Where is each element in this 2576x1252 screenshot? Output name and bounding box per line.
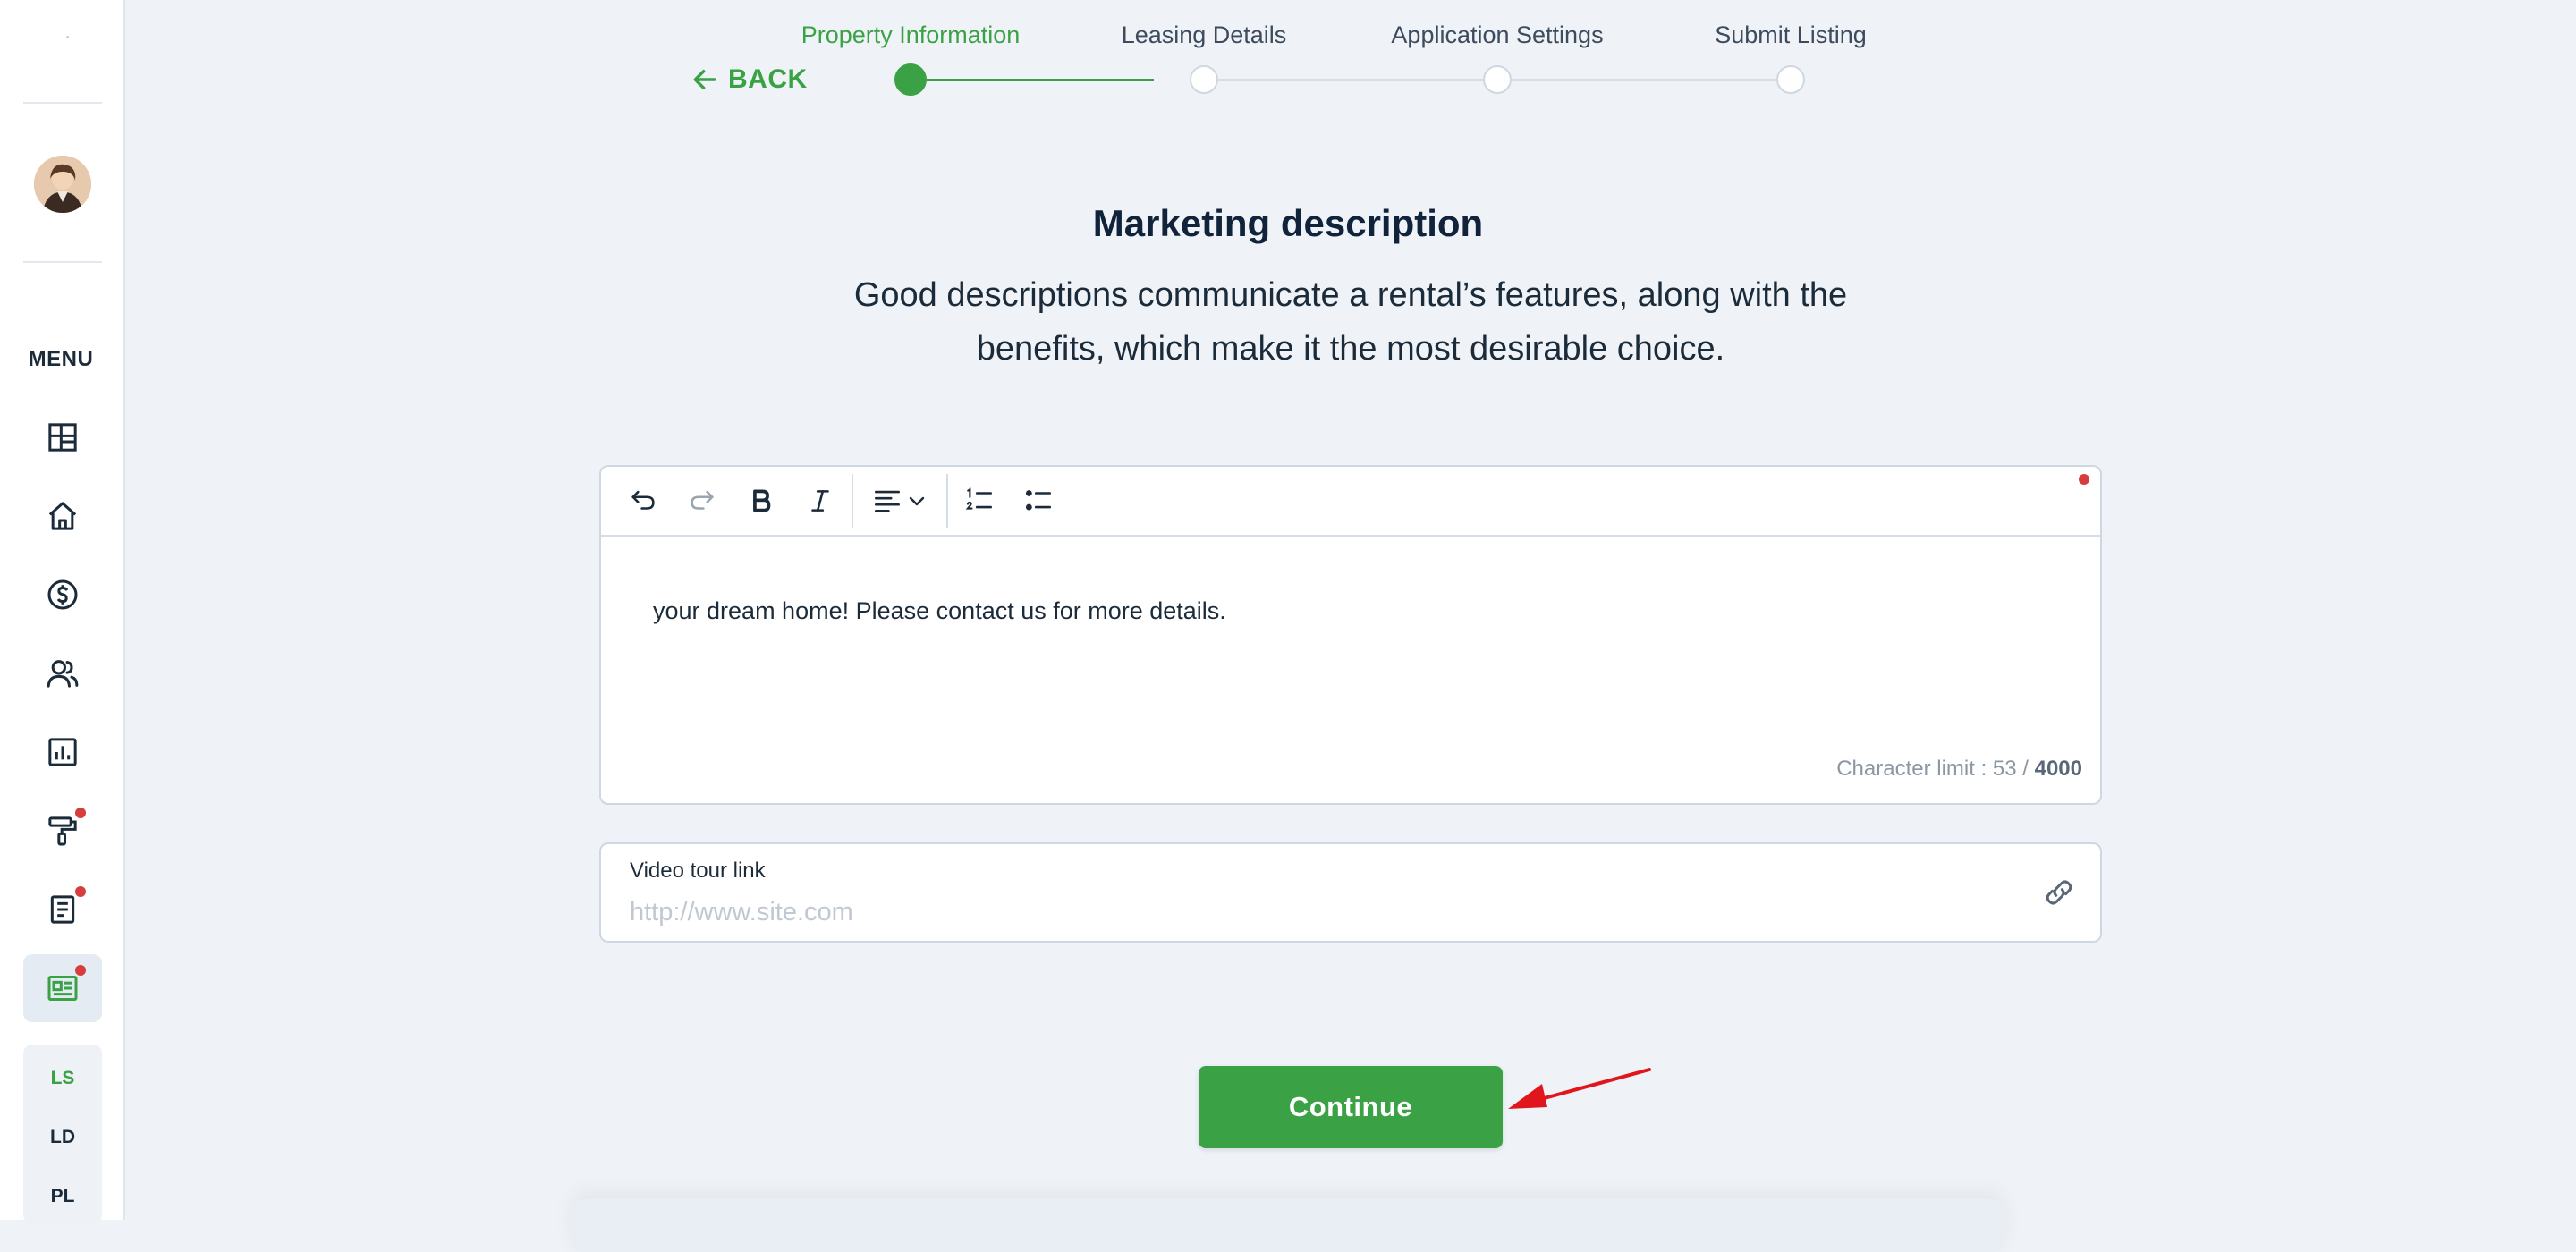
video-tour-label: Video tour link <box>630 859 766 883</box>
bold-icon <box>753 489 771 512</box>
step-label-property-information[interactable]: Property Information <box>801 21 1021 49</box>
ordered-list-button[interactable] <box>950 474 1009 528</box>
subnav-item-ld[interactable]: LD <box>23 1127 102 1148</box>
step-dot-application-settings[interactable] <box>1483 65 1512 94</box>
ordered-list-icon <box>965 487 993 510</box>
description-editor: your dream home! Please contact us for m… <box>599 465 2102 805</box>
bold-button[interactable] <box>732 474 791 528</box>
home-icon <box>48 502 77 530</box>
description-text[interactable]: your dream home! Please contact us for m… <box>653 597 1226 625</box>
step-connector <box>911 79 1154 81</box>
nav-listings[interactable] <box>23 954 102 1022</box>
step-label-leasing-details[interactable]: Leasing Details <box>1122 21 1287 49</box>
step-dot-submit-listing[interactable] <box>1776 65 1805 94</box>
step-connector <box>1496 79 1791 81</box>
notification-badge <box>75 965 86 976</box>
step-label-submit-listing[interactable]: Submit Listing <box>1715 21 1867 49</box>
page-title: Marketing description <box>1092 202 1484 244</box>
sidebar: MENU LS LD PL <box>0 0 125 1223</box>
nav-payments[interactable] <box>23 561 102 629</box>
redo-button[interactable] <box>673 474 732 528</box>
chart-icon <box>48 738 77 766</box>
italic-button[interactable] <box>791 474 850 528</box>
nav-dashboard[interactable] <box>23 403 102 471</box>
redo-icon <box>691 490 714 510</box>
divider <box>23 261 102 263</box>
paint-roller-icon <box>48 816 77 846</box>
arrow-left-icon <box>693 69 716 90</box>
users-icon <box>47 660 79 688</box>
bullet-list-button[interactable] <box>1009 474 1068 528</box>
bullet-list-icon <box>1025 490 1052 511</box>
step-label-application-settings[interactable]: Application Settings <box>1391 21 1603 49</box>
toolbar-divider <box>946 474 948 528</box>
logo[interactable] <box>66 36 69 38</box>
nav-documents[interactable] <box>23 876 102 943</box>
divider <box>23 102 102 104</box>
bottom-panel <box>572 1198 2004 1252</box>
nav-tenants[interactable] <box>23 639 102 707</box>
required-indicator <box>2079 474 2089 485</box>
page-subtitle: Good descriptions communicate a rental’s… <box>853 276 1848 368</box>
menu-label: MENU <box>28 347 94 371</box>
undo-button[interactable] <box>614 474 673 528</box>
character-limit-prefix: Character limit : 53 / <box>1836 757 2035 781</box>
undo-icon <box>631 490 655 510</box>
editor-toolbar <box>601 467 2100 537</box>
nav-reports[interactable] <box>23 718 102 786</box>
dollar-icon <box>47 579 78 610</box>
video-tour-input[interactable] <box>630 896 1971 928</box>
listing-icon <box>47 976 78 1001</box>
chevron-down-icon <box>909 496 925 506</box>
continue-button[interactable]: Continue <box>1199 1066 1503 1148</box>
subnav-item-pl[interactable]: PL <box>23 1186 102 1207</box>
nav-maintenance[interactable] <box>23 797 102 865</box>
nav-properties[interactable] <box>23 482 102 550</box>
align-left-icon <box>874 490 901 512</box>
back-label: BACK <box>728 64 808 94</box>
toolbar-divider <box>852 474 853 528</box>
align-dropdown[interactable] <box>855 474 945 528</box>
subnav-item-ls[interactable]: LS <box>23 1068 102 1089</box>
listing-subnav: LS LD PL <box>23 1045 102 1223</box>
step-dot-leasing-details[interactable] <box>1190 65 1218 94</box>
notification-badge <box>75 808 86 818</box>
italic-icon <box>811 490 829 512</box>
notification-badge <box>75 886 86 897</box>
step-connector <box>1204 79 1497 81</box>
annotation-arrow-icon <box>1508 1068 1651 1109</box>
video-tour-field: Video tour link <box>599 842 2102 943</box>
dashboard-icon <box>48 423 77 452</box>
step-dot-property-information[interactable] <box>894 63 927 96</box>
character-limit-max: 4000 <box>2034 757 2082 781</box>
character-limit: Character limit : 53 / 4000 <box>1836 757 2082 782</box>
link-icon <box>2046 880 2072 905</box>
document-icon <box>50 895 75 924</box>
back-button[interactable]: BACK <box>691 64 808 95</box>
